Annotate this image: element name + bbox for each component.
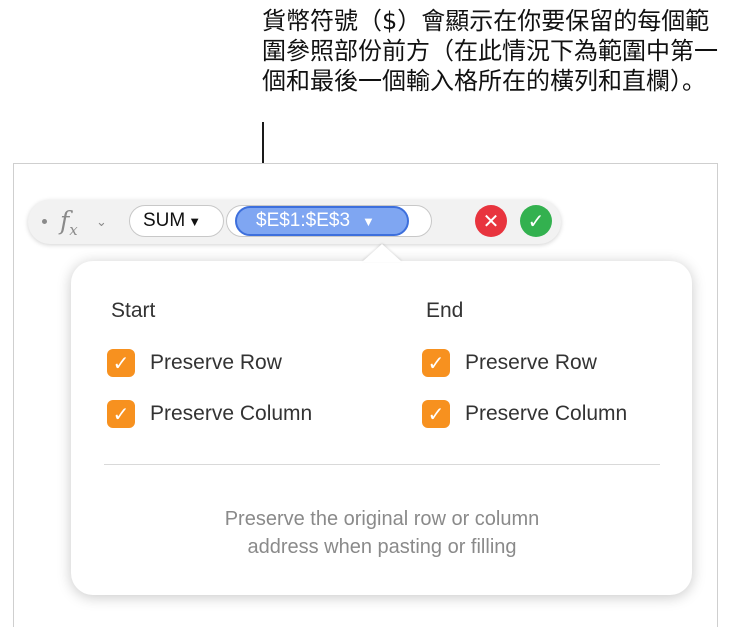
end-preserve-row-label: Preserve Row (465, 351, 597, 374)
end-preserve-column-checkbox[interactable]: ✓ Preserve Column (422, 400, 627, 428)
function-token-sum[interactable]: SUM ▼ (129, 205, 224, 237)
popover-arrow (362, 244, 402, 262)
close-icon: ✕ (482, 210, 500, 233)
checkbox-checked-icon: ✓ (107, 349, 135, 377)
checkbox-checked-icon: ✓ (422, 400, 450, 428)
function-name: SUM (143, 210, 186, 231)
chevron-down-icon[interactable]: ⌄ (96, 214, 107, 230)
fx-subscript: x (69, 221, 78, 239)
callout-text: 貨幣符號（$）會顯示在你要保留的每個範圍參照部份前方（在此情況下為範圍中第一個和… (262, 7, 718, 95)
accept-button[interactable]: ✓ (520, 205, 552, 237)
dropdown-triangle-icon: ▼ (188, 213, 202, 229)
help-text-line-2: address when pasting or filling (247, 536, 517, 558)
range-reference-token[interactable]: $E$1:$E$3 ▼ (235, 206, 409, 236)
divider (104, 464, 660, 465)
start-preserve-row-label: Preserve Row (150, 351, 282, 374)
function-icon[interactable]: fx (60, 206, 78, 239)
drag-handle-icon[interactable] (42, 219, 47, 224)
range-reference-text: $E$1:$E$3 (256, 210, 351, 231)
checkbox-checked-icon: ✓ (422, 349, 450, 377)
end-preserve-column-label: Preserve Column (465, 402, 628, 425)
checkbox-checked-icon: ✓ (107, 400, 135, 428)
dropdown-triangle-icon: ▼ (362, 213, 375, 229)
help-text: Preserve the original row or column addr… (104, 505, 660, 561)
fx-label: f (60, 206, 70, 235)
end-heading: End (426, 299, 464, 322)
cancel-button[interactable]: ✕ (475, 205, 507, 237)
help-text-line-1: Preserve the original row or column (224, 508, 540, 530)
start-preserve-row-checkbox[interactable]: ✓ Preserve Row (107, 349, 282, 377)
start-preserve-column-checkbox[interactable]: ✓ Preserve Column (107, 400, 312, 428)
checkmark-icon: ✓ (527, 210, 545, 233)
end-preserve-row-checkbox[interactable]: ✓ Preserve Row (422, 349, 597, 377)
start-preserve-column-label: Preserve Column (150, 402, 313, 425)
start-heading: Start (111, 299, 156, 322)
